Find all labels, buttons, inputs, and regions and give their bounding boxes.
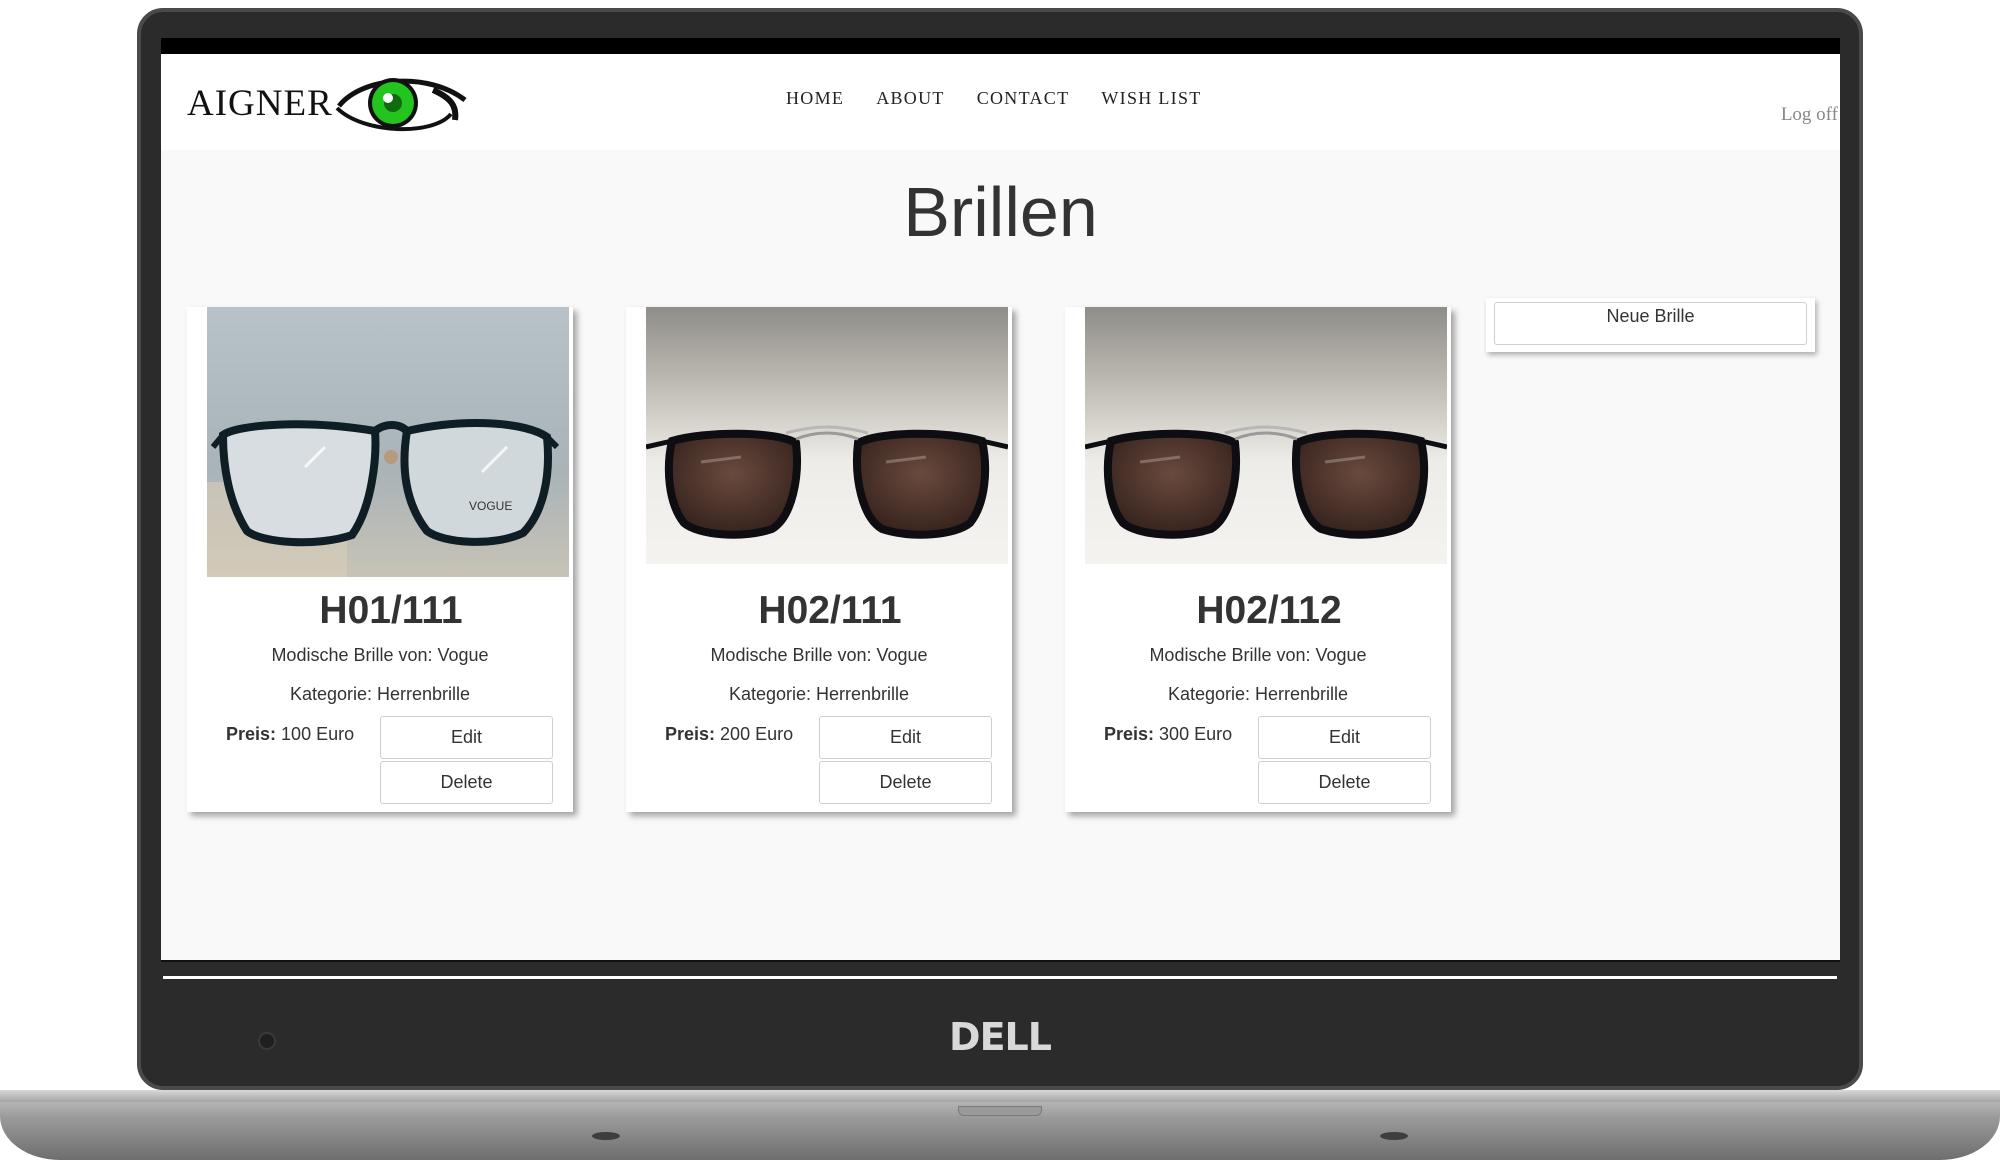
product-category: Kategorie: Herrenbrille [289, 684, 471, 704]
eye-logo-icon[interactable] [333, 70, 469, 134]
content-bottom-border [161, 960, 1840, 962]
product-price: Preis: 200 Euro [665, 724, 793, 745]
product-card: VOGUE H01/111 Modische Brille von: Vogue… [187, 307, 573, 812]
product-code: H02/111 [758, 589, 902, 632]
edit-button[interactable]: Edit [380, 716, 553, 759]
laptop-hinge-notch [958, 1106, 1042, 1116]
nav-home[interactable]: HOME [786, 88, 844, 109]
product-category: Kategorie: Herrenbrille [1167, 684, 1349, 704]
edit-button[interactable]: Edit [1258, 716, 1431, 759]
new-item-panel: Neue Brille [1486, 298, 1815, 352]
price-label: Preis: [226, 724, 277, 744]
delete-button[interactable]: Delete [1258, 761, 1431, 804]
product-description: Modische Brille von: Vogue [271, 645, 489, 665]
product-code: H02/112 [1196, 589, 1342, 632]
site-header: AIGNER HOME ABOUT CONTACT WISH LIST Log … [161, 54, 1840, 150]
product-code: H01/111 [319, 589, 463, 632]
product-image [1085, 307, 1447, 564]
nav-contact[interactable]: CONTACT [977, 88, 1070, 109]
product-image: VOGUE [207, 307, 569, 577]
laptop-base-edge [0, 1090, 2000, 1102]
nav-about[interactable]: ABOUT [876, 88, 945, 109]
page-title: Brillen [903, 173, 1098, 251]
product-price: Preis: 100 Euro [226, 724, 354, 745]
screen-edge-line [163, 976, 1837, 979]
product-card: H02/111 Modische Brille von: Vogue Kateg… [626, 307, 1012, 812]
price-value: 200 Euro [720, 724, 794, 744]
main-content: Brillen VOGUE H01/111 Modische Brille vo… [161, 150, 1840, 962]
new-glasses-button[interactable]: Neue Brille [1494, 302, 1807, 345]
edit-button[interactable]: Edit [819, 716, 992, 759]
product-image [646, 307, 1008, 564]
product-description: Modische Brille von: Vogue [1149, 645, 1367, 665]
price-value: 100 Euro [281, 724, 355, 744]
logo-text[interactable]: AIGNER [187, 82, 333, 125]
product-price: Preis: 300 Euro [1104, 724, 1232, 745]
price-label: Preis: [1104, 724, 1155, 744]
product-category: Kategorie: Herrenbrille [728, 684, 910, 704]
browser-viewport: AIGNER HOME ABOUT CONTACT WISH LIST Log … [161, 38, 1840, 962]
laptop-foot [592, 1132, 620, 1140]
delete-button[interactable]: Delete [380, 761, 553, 804]
price-label: Preis: [665, 724, 716, 744]
dell-logo: DELL [949, 1015, 1052, 1059]
delete-button[interactable]: Delete [819, 761, 992, 804]
price-value: 300 Euro [1159, 724, 1233, 744]
product-card: H02/112 Modische Brille von: Vogue Kateg… [1065, 307, 1451, 812]
laptop-foot [1380, 1132, 1408, 1140]
nav-wish-list[interactable]: WISH LIST [1101, 88, 1201, 109]
logoff-link[interactable]: Log off [1781, 104, 1838, 126]
svg-text:VOGUE: VOGUE [469, 499, 512, 513]
main-nav: HOME ABOUT CONTACT WISH LIST [786, 88, 1202, 109]
product-description: Modische Brille von: Vogue [710, 645, 928, 665]
webcam [258, 1032, 276, 1050]
